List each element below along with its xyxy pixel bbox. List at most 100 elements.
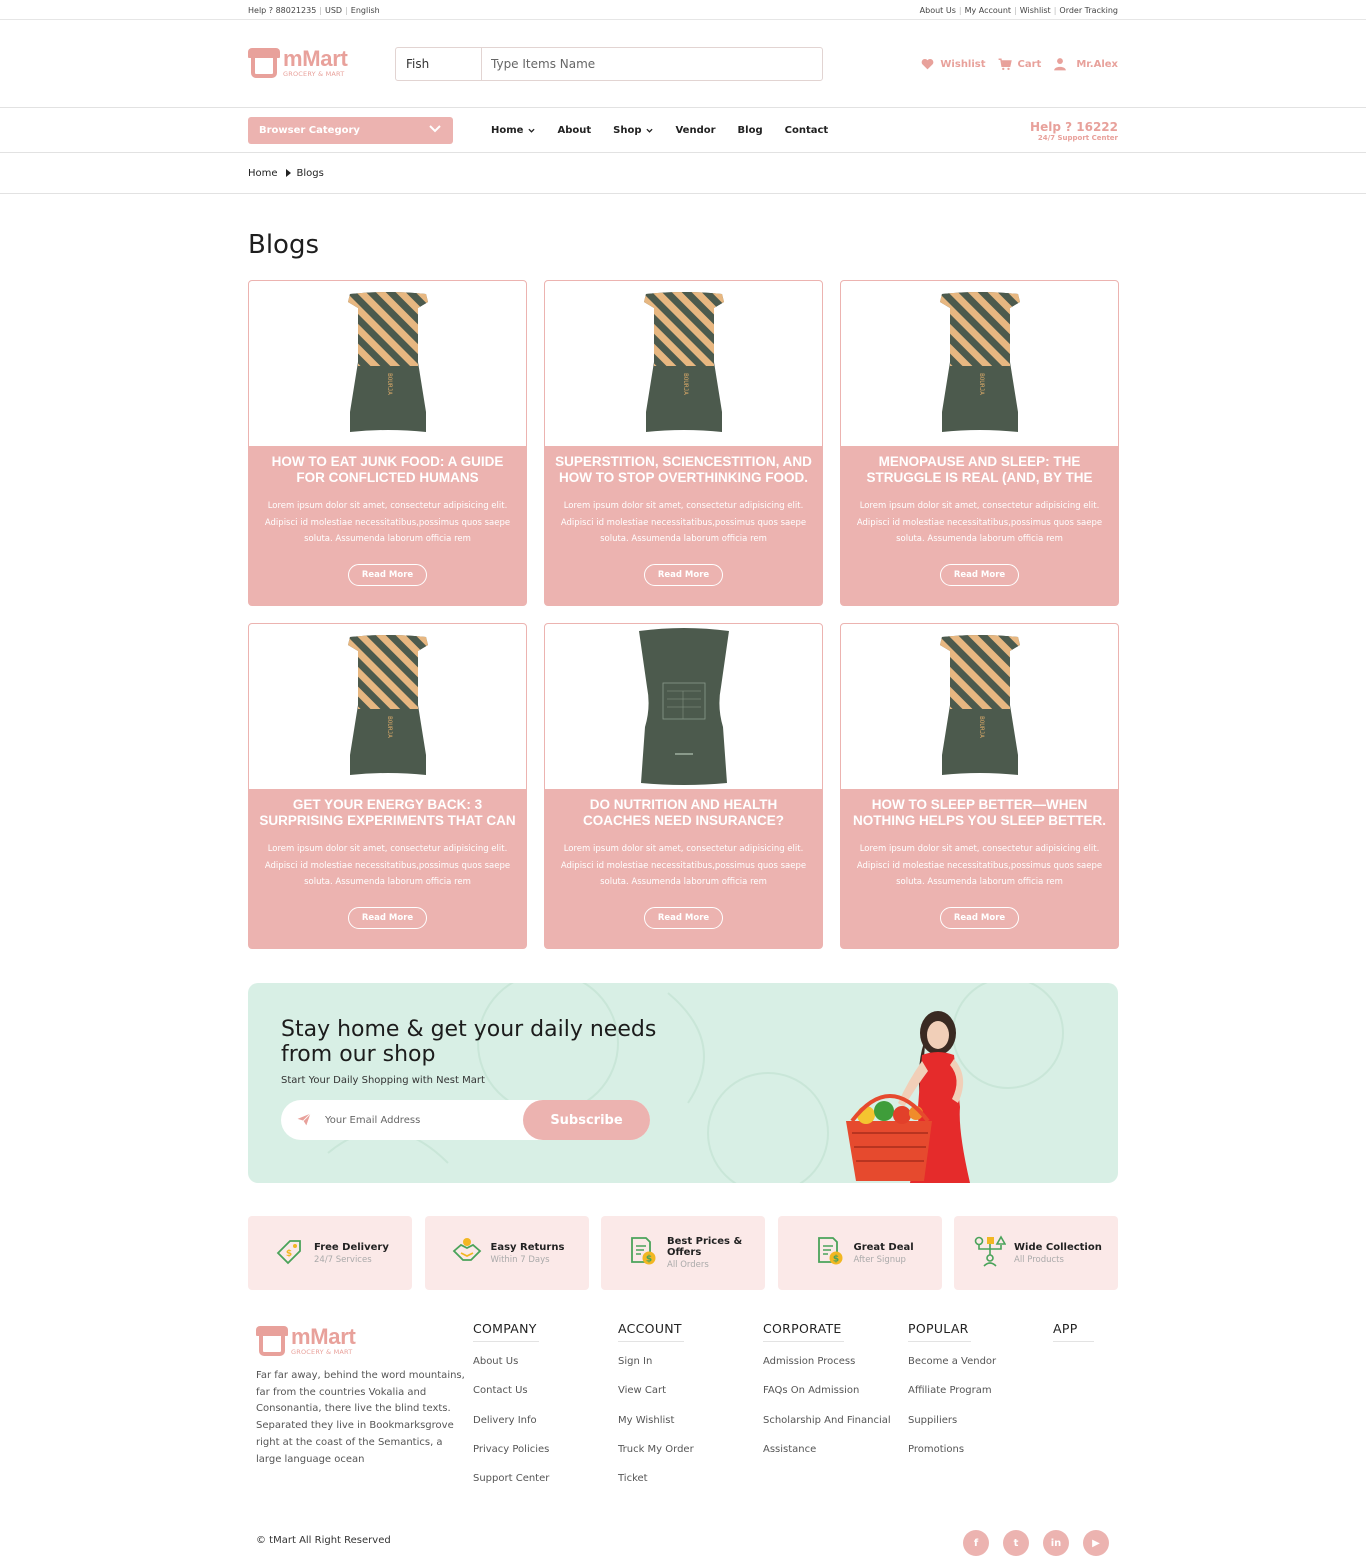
footer-link[interactable]: Assistance xyxy=(763,1440,908,1469)
blog-title[interactable]: MENOPAUSE AND SLEEP: THE STRUGGLE IS REA… xyxy=(851,454,1108,486)
support-label: 24/7 Support Center xyxy=(1037,133,1118,142)
footer-link[interactable]: Ticket xyxy=(618,1469,763,1498)
cart-label: Cart xyxy=(1017,58,1042,70)
blog-card[interactable]: BOURJA SUPERSTITION, SCIENCESTITION, AND… xyxy=(544,280,823,606)
blog-card[interactable]: BOURJA HOW TO SLEEP BETTER—WHEN NOTHING … xyxy=(840,623,1119,949)
search-category-select[interactable]: Fish xyxy=(396,48,482,80)
wishlist-link[interactable]: Wishlist xyxy=(921,58,986,70)
user-account-link[interactable]: Mr.Alex xyxy=(1053,57,1118,71)
blog-image: BOURJA xyxy=(841,624,1118,789)
footer-link[interactable]: Delivery Info xyxy=(473,1411,618,1440)
blog-title[interactable]: SUPERSTITION, SCIENCESTITION, AND HOW TO… xyxy=(555,454,812,486)
read-more-button[interactable]: Read More xyxy=(643,907,724,929)
footer-column-title: POPULAR xyxy=(908,1321,971,1342)
blog-card[interactable]: DO NUTRITION AND HEALTH COACHES NEED INS… xyxy=(544,623,823,949)
top-link-wishlist[interactable]: Wishlist xyxy=(1020,6,1051,15)
logo[interactable]: mMart GROCERY & MART xyxy=(248,48,395,80)
footer-link[interactable]: FAQs On Admission xyxy=(763,1381,908,1410)
main-nav: Browser Category Home About Shop Vendor … xyxy=(0,108,1366,153)
currency-select[interactable]: USD xyxy=(325,6,342,15)
social-links: f t in ▶ xyxy=(963,1530,1123,1556)
read-more-button[interactable]: Read More xyxy=(643,564,724,586)
youtube-icon[interactable]: ▶ xyxy=(1083,1530,1109,1556)
footer-link[interactable]: View Cart xyxy=(618,1381,763,1410)
twitter-icon[interactable]: t xyxy=(1003,1530,1029,1556)
feature-title: Great Deal xyxy=(853,1241,914,1253)
footer-link[interactable]: Privacy Policies xyxy=(473,1440,618,1469)
svg-text:BOURJA: BOURJA xyxy=(386,716,393,738)
nav-item-label: Contact xyxy=(784,125,829,136)
svg-text:BOURJA: BOURJA xyxy=(978,373,985,395)
breadcrumb-current: Blogs xyxy=(296,168,324,179)
read-more-button[interactable]: Read More xyxy=(347,564,428,586)
nav-item-shop[interactable]: Shop xyxy=(613,125,654,136)
handshake-icon xyxy=(451,1235,483,1271)
blog-card[interactable]: BOURJA HOW TO EAT JUNK FOOD: A GUIDE FOR… xyxy=(248,280,527,606)
top-link-account[interactable]: My Account xyxy=(965,6,1011,15)
blog-title[interactable]: DO NUTRITION AND HEALTH COACHES NEED INS… xyxy=(555,797,812,829)
brand-name: mMart xyxy=(291,1324,356,1349)
feature-sub: 24/7 Services xyxy=(314,1254,372,1265)
email-input[interactable] xyxy=(325,1114,515,1126)
blog-card[interactable]: BOURJA GET YOUR ENERGY BACK: 3 SURPRISIN… xyxy=(248,623,527,949)
blog-image: BOURJA xyxy=(841,281,1118,446)
footer-column-title: COMPANY xyxy=(473,1321,539,1342)
blog-title[interactable]: HOW TO SLEEP BETTER—WHEN NOTHING HELPS Y… xyxy=(851,797,1108,829)
facebook-icon[interactable]: f xyxy=(963,1530,989,1556)
blog-excerpt: Lorem ipsum dolor sit amet, consectetur … xyxy=(264,844,511,887)
subscribe-banner: Stay home & get your daily needs from ou… xyxy=(248,983,1118,1183)
top-link-about[interactable]: About Us xyxy=(920,6,956,15)
top-link-order-tracking[interactable]: Order Tracking xyxy=(1059,6,1118,15)
footer-link[interactable]: Support Center xyxy=(473,1469,618,1498)
read-more-button[interactable]: Read More xyxy=(347,907,428,929)
delivery-tag-icon: $ xyxy=(274,1235,306,1271)
footer-link[interactable]: Become a Vendor xyxy=(908,1352,1053,1381)
search-input[interactable] xyxy=(482,48,822,80)
subscribe-heading: Stay home & get your daily needs from ou… xyxy=(281,1017,657,1067)
read-more-button[interactable]: Read More xyxy=(939,907,1020,929)
footer-logo[interactable]: mMart GROCERY & MART xyxy=(256,1326,403,1358)
subscribe-button[interactable]: Subscribe xyxy=(523,1100,650,1140)
nav-item-about[interactable]: About xyxy=(557,125,591,136)
blog-title[interactable]: HOW TO EAT JUNK FOOD: A GUIDE FOR CONFLI… xyxy=(259,454,516,486)
footer-link[interactable]: Suppiliers xyxy=(908,1411,1053,1440)
footer-link[interactable]: Truck My Order xyxy=(618,1440,763,1469)
browse-category-label: Browser Category xyxy=(259,125,360,136)
copyright: © tMart All Right Reserved xyxy=(256,1535,391,1546)
breadcrumb-home[interactable]: Home xyxy=(248,168,278,179)
nav-item-contact[interactable]: Contact xyxy=(785,125,829,136)
brand-name: mMart xyxy=(283,46,348,71)
feature-card: Easy Returns Within 7 Days xyxy=(424,1216,589,1290)
user-icon xyxy=(1053,57,1067,71)
footer-link[interactable]: About Us xyxy=(473,1352,618,1381)
top-bar-left: Help ? 88021235 | USD | English xyxy=(248,5,380,15)
footer-column-company: COMPANY About Us Contact Us Delivery Inf… xyxy=(473,1318,618,1498)
footer-link[interactable]: Scholarship And Financial xyxy=(763,1411,908,1440)
blog-card[interactable]: BOURJA MENOPAUSE AND SLEEP: THE STRUGGLE… xyxy=(840,280,1119,606)
cart-link[interactable]: Cart xyxy=(998,58,1042,71)
chevron-down-icon xyxy=(646,126,654,135)
footer-link[interactable]: Admission Process xyxy=(763,1352,908,1381)
feature-sub: All Orders xyxy=(667,1260,709,1270)
blog-image: BOURJA xyxy=(249,624,526,789)
footer-link[interactable]: Promotions xyxy=(908,1440,1053,1469)
support-phone[interactable]: Help ? 16222 xyxy=(1030,120,1118,134)
linkedin-icon[interactable]: in xyxy=(1043,1530,1069,1556)
nav-item-label: Vendor xyxy=(675,125,716,136)
footer-link[interactable]: Contact Us xyxy=(473,1381,618,1410)
page-title: Blogs xyxy=(248,230,320,260)
footer-link[interactable]: Sign In xyxy=(618,1352,763,1381)
brand-tagline: GROCERY & MART xyxy=(283,70,345,78)
footer-column-corporate: CORPORATE Admission Process FAQs On Admi… xyxy=(763,1318,908,1498)
browse-category-button[interactable]: Browser Category xyxy=(248,117,453,144)
blog-excerpt: Lorem ipsum dolor sit amet, consectetur … xyxy=(856,844,1103,887)
footer-column-title: CORPORATE xyxy=(763,1321,844,1342)
language-select[interactable]: English xyxy=(351,6,380,15)
blog-title[interactable]: GET YOUR ENERGY BACK: 3 SURPRISING EXPER… xyxy=(259,797,516,829)
nav-item-blog[interactable]: Blog xyxy=(738,125,763,136)
read-more-button[interactable]: Read More xyxy=(939,564,1020,586)
nav-item-home[interactable]: Home xyxy=(491,125,536,136)
footer-link[interactable]: My Wishlist xyxy=(618,1411,763,1440)
footer-link[interactable]: Affiliate Program xyxy=(908,1381,1053,1410)
nav-item-vendor[interactable]: Vendor xyxy=(675,125,715,136)
